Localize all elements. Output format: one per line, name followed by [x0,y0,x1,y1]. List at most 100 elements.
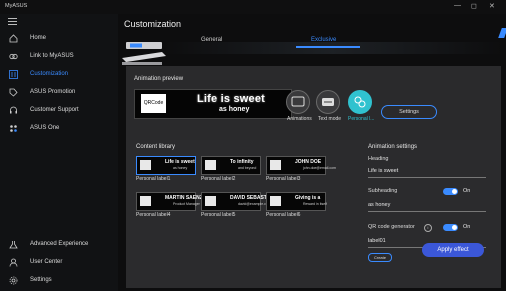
sidebar-item-label: Home [30,35,47,41]
sidebar-item-label: Settings [30,277,52,283]
sidebar-item-customer-support[interactable]: Customer Support [0,104,118,118]
sidebar-item-customization[interactable]: Customization [0,68,118,82]
info-icon[interactable]: i [424,224,432,232]
qr-generator-label: QR code generator [368,224,415,230]
monitor-icon [291,96,305,107]
library-thumb-3[interactable]: JOHN DOE john.doe@email.com [266,156,336,175]
sidebar-item-link-to-myasus[interactable]: Link to MyASUS [0,50,118,64]
subheading-toggle-state: On [463,188,471,194]
qr-thumbnail [270,160,281,170]
personal-label-mode-button[interactable] [348,90,372,114]
animations-mode-button[interactable] [286,90,310,114]
flask-icon [9,240,18,249]
library-thumb-1[interactable]: Life is sweet as honey [136,156,196,175]
hamburger-menu-icon[interactable] [8,18,17,25]
section-title: Animation preview [134,76,184,82]
gear-icon [9,276,18,285]
support-icon [9,106,18,115]
sidebar-item-user-center[interactable]: User Center [0,256,118,270]
sidebar-item-label: ASUS One [30,125,60,131]
preview-banner: QRCode Life is sweet as honey [134,89,292,119]
main-content: Customization General Exclusive Animatio… [118,14,506,291]
animation-preview-panel: Animation preview QRCode Life is sweet a… [126,66,501,144]
link-icon [354,96,366,108]
content-panel: Content library Life is sweet as honey P… [126,140,501,288]
qr-thumbnail [205,196,216,206]
library-item-label: Personal label5 [201,212,236,218]
qr-thumbnail [140,160,151,170]
mode-label-personal: Personal l... [348,116,375,122]
qr-code-placeholder: QRCode [141,94,166,113]
thumb-heading: JOHN DOE [295,159,322,165]
tab-bar-glow [163,42,503,54]
sidebar-item-label: ASUS Promotion [30,89,76,95]
apply-effect-button[interactable]: Apply effect [422,243,484,257]
library-item-label: Personal label1 [136,176,171,182]
sidebar: Home Link to MyASUS Customization ASUS P… [0,14,118,291]
mode-label-text: Text mode [318,116,342,122]
subheading-label: Subheading [368,188,398,194]
heading-input[interactable]: Life is sweet [368,168,486,178]
library-thumb-6[interactable]: Giving is a Reward in itself [266,192,327,211]
accent-corner-decoration [498,28,506,38]
thumb-sub: john.doe@email.com [303,166,336,170]
customization-icon [9,70,18,79]
subheading-toggle[interactable] [443,188,458,195]
title-bar: MyASUS — ◻ ✕ [0,0,506,14]
heading-label: Heading [368,156,389,162]
thumb-heading: Giving is a [295,195,321,201]
sidebar-item-asus-one[interactable]: ASUS One [0,122,118,136]
text-mode-icon [322,98,334,106]
close-button[interactable]: ✕ [489,2,495,10]
link-icon [9,52,18,61]
asus-one-icon [9,124,18,133]
library-item-label: Personal label6 [266,212,301,218]
tab-general[interactable]: General [201,37,222,43]
thumb-sub: as honey [173,166,188,170]
maximize-button[interactable]: ◻ [471,2,477,10]
library-item-label: Personal label3 [266,176,301,182]
library-thumb-2[interactable]: To infinity and beyond [201,156,261,175]
sidebar-item-label: User Center [30,259,63,265]
preview-subheading: as honey [219,106,250,113]
mode-label-animations: Animations [287,116,312,122]
create-button[interactable]: Create [368,253,392,262]
tag-icon [9,88,18,97]
active-tab-indicator [296,46,360,48]
sidebar-item-advanced-experience[interactable]: Advanced Experience [0,238,118,252]
library-item-label: Personal label4 [136,212,171,218]
tab-bar: General Exclusive [163,34,503,54]
sidebar-item-label: Customer Support [30,107,79,113]
sidebar-item-label: Advanced Experience [30,241,89,247]
subheading-input[interactable]: as honey [368,202,486,212]
sidebar-item-settings[interactable]: Settings [0,274,118,288]
animation-settings-title: Animation settings [368,144,418,150]
library-thumb-4[interactable]: MARTIN SAENZ Product Manager & Web Dev [136,192,218,211]
settings-button[interactable]: Settings [381,105,437,119]
thumb-heading: MARTIN SAENZ [165,195,203,201]
sidebar-item-home[interactable]: Home [0,32,118,46]
library-thumb-5[interactable]: DAVID SEBASTIAN david@example.com [201,192,275,211]
content-library-title: Content library [136,144,176,150]
sidebar-item-label: Link to MyASUS [30,53,74,59]
qr-thumbnail [205,160,216,170]
home-icon [9,34,18,43]
page-title: Customization [124,19,182,29]
qr-toggle-state: On [463,224,471,230]
sidebar-item-asus-promotion[interactable]: ASUS Promotion [0,86,118,100]
minimize-button[interactable]: — [454,2,461,9]
text-mode-button[interactable] [316,90,340,114]
qr-thumbnail [140,196,151,206]
device-illustration [122,42,166,65]
sidebar-item-label: Customization [30,71,69,77]
app-title: MyASUS [5,3,28,9]
qr-thumbnail [270,196,281,206]
thumb-heading: To infinity [230,159,254,165]
preview-heading: Life is sweet [197,93,266,105]
tab-exclusive[interactable]: Exclusive [311,37,336,43]
qr-generator-toggle[interactable] [443,224,458,231]
thumb-heading: Life is sweet [165,159,195,165]
thumb-sub: Reward in itself [303,202,327,206]
thumb-sub: and beyond [238,166,257,170]
library-item-label: Personal label2 [201,176,236,182]
